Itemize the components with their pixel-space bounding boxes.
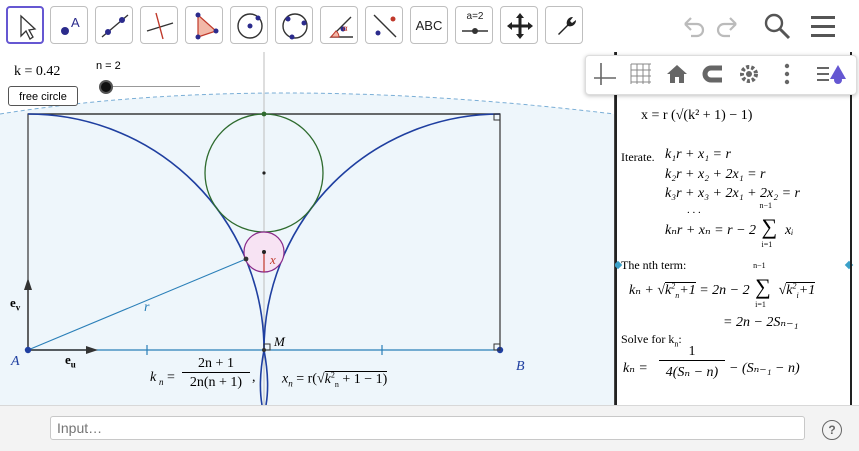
search-icon — [764, 13, 791, 40]
point-b-label: B — [516, 359, 525, 374]
help-button[interactable]: ? — [822, 420, 842, 440]
iterate-line-2: k₂r + x₂ + 2x₁ = r — [665, 167, 766, 182]
style-bar-toggle-button[interactable] — [814, 59, 846, 89]
iterate-line-n: kₙr + xₙ = r − 2 n−1 ∑ i=1 xᵢ — [665, 201, 794, 249]
tools-button[interactable] — [545, 6, 583, 44]
algebra-view: x = r (√(k² + 1) − 1) Iterate. k₁r + x₁ … — [614, 52, 859, 405]
vector-ev-label: ev — [10, 295, 21, 313]
construction-drawing[interactable] — [0, 52, 614, 405]
vector-eu-label: eu — [65, 352, 76, 370]
input-bar: ? — [0, 405, 859, 451]
search-button[interactable] — [760, 10, 794, 44]
graphics-style-bar — [585, 55, 857, 95]
iterate-line-1: k₁r + x₁ = r — [665, 147, 731, 162]
text-tool-button[interactable]: ABC — [410, 6, 448, 44]
input-field[interactable] — [50, 416, 805, 440]
tools-icon — [558, 16, 577, 35]
line-tool-button[interactable] — [95, 6, 133, 44]
point-tool-button[interactable]: A — [50, 6, 88, 44]
redo-icon — [716, 17, 737, 38]
segment-r-label: r — [144, 300, 150, 315]
perpendicular-icon — [146, 12, 174, 40]
circle-three-points-icon — [282, 13, 308, 40]
nth-term-line-1: kₙ + √k2n+1 = 2n − 2 n−1 ∑ i=1 √k2i+1 — [629, 261, 816, 309]
redo-button[interactable] — [712, 10, 746, 44]
slider-tool-button[interactable]: a=2 — [455, 6, 493, 44]
angle-tool-button[interactable]: α — [320, 6, 358, 44]
polygon-icon — [195, 12, 219, 40]
toggle-grid-button[interactable] — [626, 59, 656, 89]
undo-icon — [684, 17, 705, 38]
k-value-label: k = 0.42 — [14, 64, 61, 79]
slider-tool-label: a=2 — [466, 11, 484, 22]
slider-n-label: n = 2 — [96, 60, 121, 72]
circle-center-icon — [237, 13, 263, 39]
undo-button[interactable] — [675, 10, 709, 44]
circle-center-tool-button[interactable] — [230, 6, 268, 44]
main-toolbar: A α ABC a=2 — [0, 0, 859, 53]
point-icon: A — [61, 15, 80, 35]
nth-term-line-2: = 2n − 2Sₙ₋₁ — [723, 315, 799, 330]
polygon-tool-button[interactable] — [185, 6, 223, 44]
graphics-view[interactable]: k = 0.42 free circle n = 2 A B M r x ev … — [0, 52, 614, 405]
home-icon — [667, 65, 687, 83]
text-icon: ABC — [415, 17, 443, 33]
circle-three-points-tool-button[interactable] — [275, 6, 313, 44]
standard-view-button[interactable] — [662, 59, 692, 89]
point-m-label: M — [274, 334, 285, 349]
segment-x-label: x — [270, 252, 276, 267]
point-capturing-button[interactable] — [698, 59, 728, 89]
svg-text:α: α — [343, 24, 348, 33]
nth-term-label: The nth term: — [621, 258, 687, 272]
reflect-tool-button[interactable] — [365, 6, 403, 44]
point-a-label: A — [11, 354, 20, 369]
svg-text:A: A — [71, 15, 80, 30]
more-options-button[interactable] — [772, 59, 802, 89]
more-icon — [784, 63, 790, 85]
magnet-icon — [702, 65, 722, 83]
move-view-icon — [507, 13, 533, 39]
formula-xn: xn = r(√k2n + 1 − 1) — [282, 370, 388, 389]
main-menu-button[interactable] — [806, 10, 840, 44]
settings-icon — [740, 65, 758, 83]
toggle-axes-button[interactable] — [590, 59, 620, 89]
menu-icon — [811, 16, 835, 37]
reflect-icon — [373, 14, 397, 38]
angle-icon: α — [329, 16, 353, 38]
iterate-label: Iterate. — [621, 150, 655, 164]
perpendicular-tool-button[interactable] — [140, 6, 178, 44]
axes-icon — [594, 63, 616, 85]
iterate-dots: . . . — [687, 204, 701, 216]
move-icon — [20, 14, 37, 40]
style-bar-icon — [817, 65, 846, 84]
move-tool-button[interactable] — [6, 6, 44, 44]
slider-n-handle[interactable] — [99, 80, 113, 94]
graphics-settings-button[interactable] — [734, 59, 764, 89]
iterate-line-3: k₃r + x₃ + 2x₁ + 2x₂ = r — [665, 186, 801, 201]
slider-n-track[interactable] — [100, 86, 200, 87]
free-circle-button[interactable]: free circle — [8, 86, 78, 106]
move-view-tool-button[interactable] — [500, 6, 538, 44]
line-icon — [101, 14, 129, 38]
grid-icon — [630, 63, 651, 84]
formula-x-top: x = r (√(k² + 1) − 1) — [641, 108, 753, 123]
